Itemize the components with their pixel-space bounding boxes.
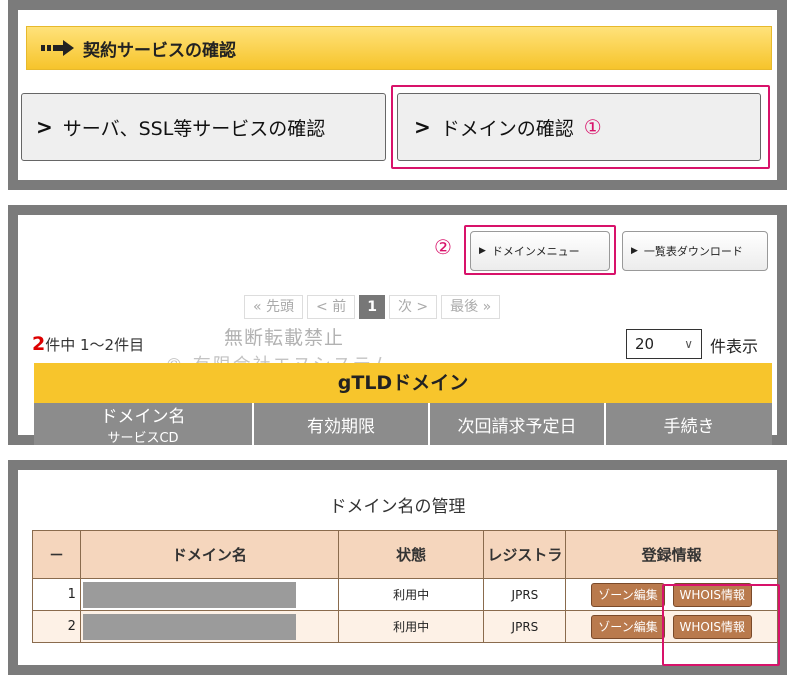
- list-download-button[interactable]: ▶ 一覧表ダウンロード: [622, 231, 768, 271]
- masked-domain: [82, 613, 296, 640]
- column-domain-name-label: ドメイン名: [100, 407, 186, 427]
- column-procedure-label: 手続き: [663, 416, 715, 437]
- header-registration-info: 登録情報: [565, 530, 778, 579]
- chevron-down-icon: ∨: [684, 337, 693, 351]
- contract-services-title: 契約サービスの確認: [83, 40, 236, 61]
- row-status: 利用中: [337, 578, 485, 611]
- domain-management-title: ドメイン名の管理: [329, 497, 466, 517]
- header-domain: ドメイン名: [79, 530, 339, 579]
- row-index: 1: [32, 578, 81, 611]
- row-status: 利用中: [337, 610, 485, 643]
- gtld-table-header: ドメイン名 サービスCD 有効期限 次回請求予定日 手続き: [34, 403, 772, 446]
- row-domain: [79, 610, 339, 643]
- result-count-number: 2: [32, 333, 46, 355]
- pagination: « 先頭 < 前 1 次 > 最後 »: [244, 295, 501, 319]
- result-count-text: 件中 1～2件目: [45, 336, 145, 354]
- chevron-right-icon: >: [36, 115, 53, 139]
- pager-first[interactable]: « 先頭: [244, 295, 304, 319]
- zone-edit-button[interactable]: ゾーン編集: [591, 614, 665, 639]
- gtld-section-title: gTLDドメイン: [34, 363, 772, 403]
- row-domain: [79, 578, 339, 611]
- highlight-box-1: [391, 85, 770, 169]
- column-expiry: 有効期限: [254, 403, 430, 445]
- highlight-box-3: [662, 584, 780, 666]
- list-download-label: 一覧表ダウンロード: [643, 245, 743, 258]
- zone-edit-button[interactable]: ゾーン編集: [591, 582, 665, 607]
- row-registrar: JPRS: [483, 578, 567, 611]
- header-status: 状態: [337, 530, 485, 579]
- pager-last[interactable]: 最後 »: [441, 295, 501, 319]
- highlight-box-2: [464, 225, 616, 275]
- per-page-value: 20: [635, 335, 655, 353]
- triangle-right-icon: ▶: [631, 246, 638, 256]
- column-procedure: 手続き: [606, 403, 772, 445]
- pager-next[interactable]: 次 >: [388, 295, 438, 319]
- masked-domain: [82, 581, 296, 608]
- row-index: 2: [32, 610, 81, 643]
- arrow-right-icon: [41, 40, 75, 56]
- header-index: －: [32, 530, 81, 579]
- step-2-marker: ②: [434, 235, 452, 259]
- contract-services-panel: 契約サービスの確認 > サーバ、SSL等サービスの確認 > ドメインの確認 ①: [8, 0, 787, 190]
- domain-list-panel: ② ▶ ドメインメニュー ▶ 一覧表ダウンロード « 先頭 < 前 1 次 > …: [8, 205, 787, 446]
- column-next-billing: 次回請求予定日: [430, 403, 606, 445]
- result-count: 2件中 1～2件目: [32, 333, 144, 355]
- per-page-select[interactable]: 20 ∨: [626, 329, 702, 359]
- domain-management-panel: ドメイン名の管理 ③ － ドメイン名 状態 レジストラ 登録情報 1 利用中 J…: [8, 460, 787, 675]
- table-header-row: － ドメイン名 状態 レジストラ 登録情報: [32, 530, 778, 579]
- server-ssl-services-label: サーバ、SSL等サービスの確認: [62, 117, 326, 140]
- column-domain-name: ドメイン名 サービスCD: [34, 403, 254, 446]
- column-service-cd-label: サービスCD: [107, 431, 179, 446]
- column-expiry-label: 有効期限: [307, 416, 375, 437]
- header-registrar: レジストラ: [483, 530, 567, 579]
- watermark-text: 無断転載禁止: [224, 327, 345, 349]
- per-page-label: 件表示: [710, 337, 759, 356]
- column-next-billing-label: 次回請求予定日: [457, 416, 577, 437]
- row-registrar: JPRS: [483, 610, 567, 643]
- pager-current: 1: [359, 295, 385, 319]
- pager-prev[interactable]: < 前: [307, 295, 356, 319]
- server-ssl-services-button[interactable]: > サーバ、SSL等サービスの確認: [21, 93, 386, 161]
- contract-services-header: 契約サービスの確認: [26, 26, 772, 70]
